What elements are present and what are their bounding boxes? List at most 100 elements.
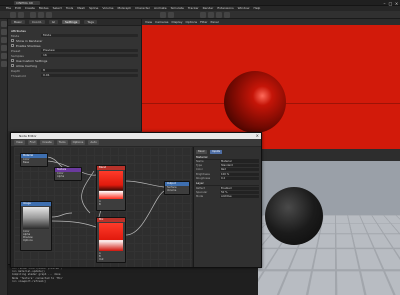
tab-coord[interactable]: Coord. — [28, 20, 45, 24]
render-view-icon[interactable] — [160, 12, 166, 18]
viewport-menu-cameras[interactable]: Cameras — [155, 20, 168, 24]
prop-value[interactable]: Standard — [220, 164, 259, 168]
viewport-menu-bar — [255, 155, 400, 161]
checkbox[interactable] — [11, 44, 14, 47]
axis-icon[interactable] — [1, 61, 7, 67]
node-port[interactable]: B — [97, 203, 125, 206]
attribute-header: Attributes — [11, 28, 26, 33]
rotate-tool-icon[interactable] — [46, 12, 52, 18]
node-header: Mix — [97, 218, 125, 222]
samples-field[interactable]: 16 — [41, 53, 138, 58]
prop-value[interactable]: Material — [220, 160, 259, 164]
image-preview-thumbnail — [23, 207, 49, 229]
node-port[interactable]: Options — [21, 239, 51, 242]
prop-label: Name — [196, 160, 204, 164]
reflective-sphere[interactable] — [224, 71, 286, 133]
tab-basic[interactable]: Basic — [11, 20, 25, 24]
node-editor-titlebar[interactable]: Node Editor × — [11, 133, 261, 139]
prop-label: Brightness — [196, 172, 210, 176]
ne-menu-create[interactable]: Create — [40, 140, 54, 145]
close-icon[interactable]: × — [256, 133, 259, 139]
checkbox-label: Show in Renderer — [16, 38, 43, 43]
ne-menu-auto[interactable]: Auto — [88, 140, 99, 145]
mode-field[interactable]: Mode — [41, 33, 138, 38]
node-blend[interactable]: Blend A B — [96, 165, 126, 211]
depth-label: Depth — [11, 68, 21, 73]
maximize-button[interactable]: □ — [388, 1, 393, 6]
move-tool-icon[interactable] — [30, 12, 36, 18]
checkbox-label: Use Custom Settings — [16, 58, 48, 63]
node-header: Blend — [97, 166, 125, 170]
attribute-tabs: Basic Coord. GI Settings Tags — [8, 19, 141, 26]
node-mix[interactable]: Mix A B Out — [96, 217, 126, 263]
attribute-manager: Basic Coord. GI Settings Tags Attributes… — [8, 19, 142, 131]
checkbox[interactable] — [11, 39, 14, 42]
minimize-button[interactable]: – — [382, 1, 387, 6]
node-preview-thumbnail — [99, 223, 123, 251]
prop-value[interactable]: 100 % — [220, 172, 259, 176]
node-image[interactable]: Image Color Alpha Preview Options — [20, 201, 52, 251]
node-port[interactable]: Volume — [165, 189, 189, 192]
prop-value[interactable]: 0.2 — [220, 176, 259, 180]
cube-icon[interactable] — [200, 12, 206, 18]
pen-icon[interactable] — [208, 12, 214, 18]
viewport-menu-view[interactable]: View — [145, 20, 152, 24]
node-material[interactable]: Material Color Base — [20, 153, 48, 167]
bottom-viewport[interactable] — [255, 155, 400, 295]
viewport-menu-options[interactable]: Options — [186, 20, 198, 24]
checkbox-label: Allow Caching — [16, 63, 38, 68]
tab-settings[interactable]: Settings — [61, 20, 81, 24]
node-canvas[interactable]: Material Color Base Texture Color Alpha … — [14, 147, 192, 267]
node-output[interactable]: Output Surface Volume — [164, 181, 190, 195]
preset-label: Preset — [11, 48, 21, 53]
prop-value[interactable]: Additive — [220, 194, 259, 198]
mode-label: Mode — [11, 33, 20, 38]
tab-gi[interactable]: GI — [48, 20, 58, 24]
redo-icon[interactable] — [18, 12, 24, 18]
prop-value[interactable]: Enabled — [220, 186, 259, 190]
scale-tool-icon[interactable] — [38, 12, 44, 18]
dark-sphere[interactable] — [265, 187, 323, 245]
depth-field[interactable]: 8 — [41, 68, 138, 73]
node-port[interactable]: Alpha — [55, 175, 81, 178]
prop-label: Reflect — [196, 186, 205, 190]
node-editor-toolbar: View Find Create Tools Options Auto — [11, 139, 261, 146]
prop-value[interactable]: Red — [220, 168, 259, 172]
ne-menu-find[interactable]: Find — [27, 140, 38, 145]
close-button[interactable]: × — [394, 1, 399, 6]
checkbox-label: Enable Shadows — [16, 43, 41, 48]
light-icon[interactable] — [224, 12, 230, 18]
undo-icon[interactable] — [10, 12, 16, 18]
render-settings-icon[interactable] — [168, 12, 174, 18]
checkbox[interactable] — [11, 59, 14, 62]
node-port[interactable]: Base — [21, 161, 47, 164]
polygons-mode-icon[interactable] — [1, 45, 7, 51]
prop-label: Mode — [196, 194, 204, 198]
node-port[interactable]: Out — [97, 258, 125, 261]
snap-icon[interactable] — [1, 53, 7, 59]
preset-field[interactable]: Preview — [41, 48, 138, 53]
basic-button[interactable]: Basic — [196, 150, 207, 154]
ne-menu-tools[interactable]: Tools — [56, 140, 68, 145]
threshold-field[interactable]: 0.01 — [41, 73, 138, 78]
ne-menu-options[interactable]: Options — [70, 140, 86, 145]
edges-mode-icon[interactable] — [1, 37, 7, 43]
threshold-label: Threshold — [11, 73, 26, 78]
model-mode-icon[interactable] — [1, 21, 7, 27]
points-mode-icon[interactable] — [1, 29, 7, 35]
document-tab[interactable]: CINEMA 4D — [14, 1, 40, 5]
main-toolbar — [0, 11, 400, 19]
subdivision-icon[interactable] — [216, 12, 222, 18]
node-editor-title: Node Editor — [19, 134, 37, 138]
prop-value[interactable]: 50 % — [220, 190, 259, 194]
viewport-menu-panel[interactable]: Panel — [211, 20, 219, 24]
checkbox[interactable] — [11, 64, 14, 67]
inputs-button[interactable]: Inputs — [209, 150, 223, 154]
tab-tags[interactable]: Tags — [84, 20, 97, 24]
prop-label: Color — [196, 168, 203, 172]
samples-label: Samples — [11, 53, 24, 58]
viewport-menu-display[interactable]: Display — [171, 20, 182, 24]
node-texture[interactable]: Texture Color Alpha — [54, 167, 82, 181]
viewport-menu-filter[interactable]: Filter — [200, 20, 207, 24]
ne-menu-view[interactable]: View — [14, 140, 25, 145]
